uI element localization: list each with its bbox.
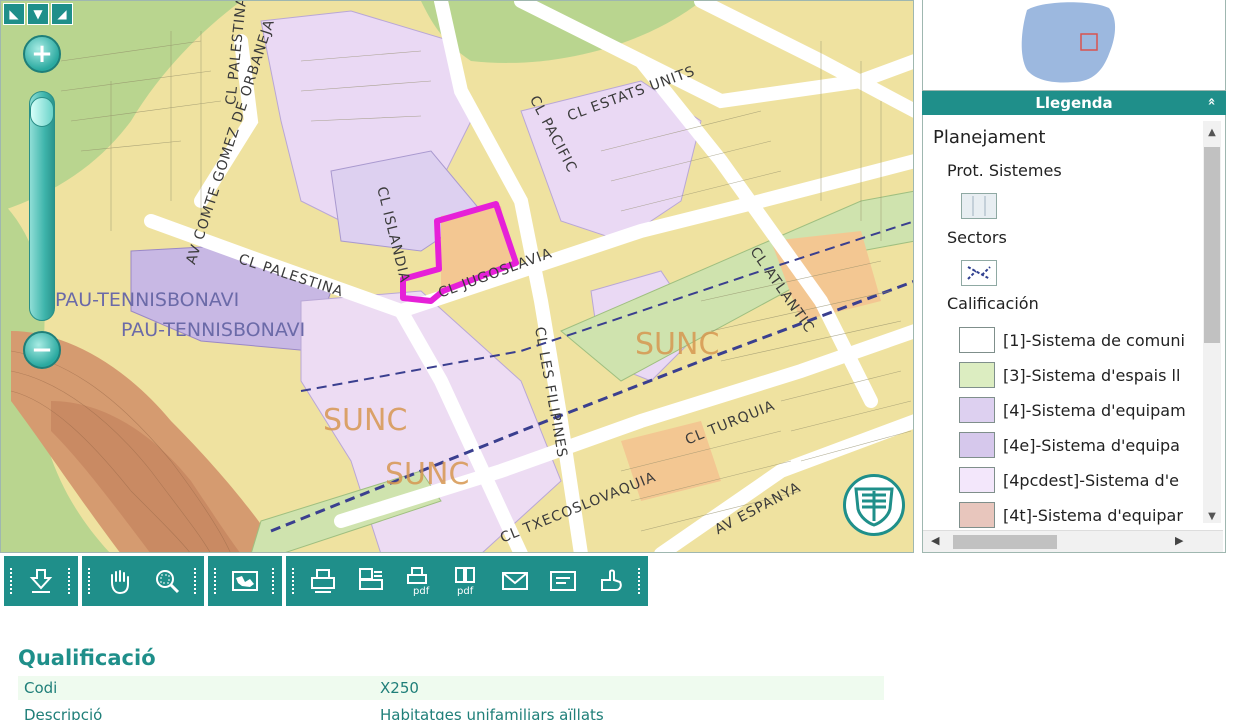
legend-group-prot-sistemes: Prot. Sistemes [947,161,1062,180]
zone-label: PAU-TENNISBONAVI [121,319,306,341]
legend-swatch [959,502,995,528]
toolbar-grip[interactable] [88,568,92,594]
collapse-icon[interactable]: » [1204,97,1219,105]
toolbar-grip[interactable] [272,568,276,594]
scroll-right-icon[interactable]: ▶ [1175,534,1183,547]
legend-item-label: [4]-Sistema d'equipam [1003,400,1186,420]
print-preview-icon[interactable] [350,561,392,601]
legend-group-sectors: Sectors [947,228,1007,247]
legend-swatch [959,467,995,493]
legend-hscroll-thumb[interactable] [953,535,1057,549]
print-icon[interactable] [302,561,344,601]
legend-scroll-thumb[interactable] [1204,147,1220,343]
legend-panel: Planejament Prot. Sistemes Sectors Calif… [922,115,1226,553]
legend-header[interactable]: Llegenda » [922,91,1226,115]
legend-horizontal-scrollbar[interactable]: ◀ ▶ [923,530,1223,552]
map-nav-buttons: ◣ ▼ ◢ [3,3,73,25]
toolbar-group-output: pdf pdf [286,556,648,606]
download-icon[interactable] [20,561,62,601]
note-icon[interactable] [542,561,584,601]
legend-group-calificacion: Calificación [947,294,1039,313]
nav-arrow-southwest-icon[interactable]: ◣ [3,3,25,25]
map-toolbar: pdf pdf [4,556,648,606]
detail-row-descripcio: Descripció Habitatges unifamiliars aïlla… [18,703,884,720]
map-canvas[interactable]: CL PALESTINA AV COMTE GOMEZ DE ORBANEJA CL… [0,0,914,553]
legend-swatch [959,362,995,388]
info-hand-icon[interactable] [590,561,632,601]
toolbar-grip[interactable] [10,568,14,594]
legend-vertical-scrollbar[interactable]: ▲ ▼ [1203,121,1221,523]
toolbar-grip[interactable] [214,568,218,594]
legend-item: [3]-Sistema d'espais ll [959,360,1199,390]
legend-swatch [959,327,995,353]
toolbar-grip[interactable] [638,568,642,594]
legend-item-label: [3]-Sistema d'espais ll [1003,365,1181,385]
svg-text:pdf: pdf [413,586,430,596]
zone-label: PAU-TENNISBONAVI [55,289,240,311]
city-logo-icon [843,474,905,536]
toolbar-grip[interactable] [292,568,296,594]
legend-item-label: [4t]-Sistema d'equipar [1003,505,1183,525]
map-view-icon[interactable] [224,561,266,601]
detail-value: Habitatges unifamiliars aïllats [380,706,604,720]
scroll-up-icon[interactable]: ▲ [1203,123,1221,141]
legend-header-title: Llegenda [1035,94,1113,112]
detail-row-codi: Codi X250 [18,676,884,700]
nav-arrow-down-icon[interactable]: ▼ [27,3,49,25]
legend-item-label: [4e]-Sistema d'equipa [1003,435,1180,455]
legend-title: Planejament [933,127,1046,148]
detail-key: Descripció [24,706,103,720]
sunc-label: SUNC [323,403,408,438]
legend-item: [4]-Sistema d'equipam [959,395,1199,425]
zoom-search-icon[interactable] [146,561,188,601]
scroll-down-icon[interactable]: ▼ [1203,507,1221,525]
email-icon[interactable] [494,561,536,601]
sectors-swatch [961,260,997,286]
legend-item: [1]-Sistema de comuni [959,325,1199,355]
toolbar-group-navigation [82,556,204,606]
zoom-out-button[interactable]: − [23,331,61,369]
legend-item-label: [1]-Sistema de comuni [1003,330,1185,350]
detail-value: X250 [380,679,419,697]
toolbar-grip[interactable] [68,568,72,594]
legend-item-label: [4pcdest]-Sistema d'e [1003,470,1179,490]
zoom-in-button[interactable]: + [23,35,61,73]
overview-map[interactable] [922,0,1226,91]
toolbar-group-download [4,556,78,606]
toolbar-grip[interactable] [194,568,198,594]
svg-text:pdf: pdf [457,586,474,596]
prot-sistemes-swatch [961,193,997,219]
scroll-left-icon[interactable]: ◀ [931,534,939,547]
overview-map-shape [1021,2,1116,83]
export-pdf-icon[interactable]: pdf [446,561,488,601]
legend-item: [4pcdest]-Sistema d'e [959,465,1199,495]
legend-item: [4e]-Sistema d'equipa [959,430,1199,460]
toolbar-group-map [208,556,282,606]
zoom-slider-thumb[interactable] [30,97,54,127]
details-title: Qualificació [18,646,156,670]
legend-item: [4t]-Sistema d'equipar [959,500,1199,530]
pan-hand-icon[interactable] [98,561,140,601]
nav-arrow-southeast-icon[interactable]: ◢ [51,3,73,25]
sunc-label: SUNC [385,457,470,492]
legend-swatch [959,397,995,423]
print-pdf-icon[interactable]: pdf [398,561,440,601]
legend-swatch [959,432,995,458]
detail-key: Codi [24,679,58,697]
sunc-label: SUNC [635,327,720,362]
